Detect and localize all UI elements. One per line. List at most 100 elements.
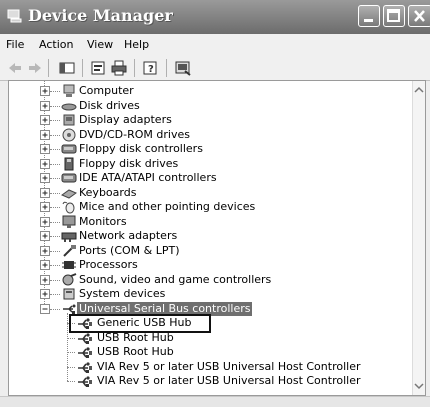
expand-toggle[interactable] bbox=[40, 289, 50, 299]
display-adapter-icon bbox=[63, 114, 75, 126]
vertical-scrollbar[interactable] bbox=[412, 81, 425, 395]
tree-node[interactable]: Disk drives bbox=[9, 99, 414, 113]
device-manager-window: Device Manager File Action View Help ? C… bbox=[0, 0, 430, 407]
network-adapter-icon bbox=[61, 232, 77, 242]
tree-node[interactable]: System devices bbox=[9, 287, 414, 301]
usb-hub-icon bbox=[78, 361, 92, 373]
expand-toggle[interactable] bbox=[40, 158, 50, 169]
expand-toggle[interactable] bbox=[40, 187, 50, 198]
plus-icon bbox=[42, 175, 48, 181]
tree-node[interactable]: Network adapters bbox=[9, 229, 414, 243]
tree-child-node[interactable]: USB Root Hub bbox=[9, 331, 414, 345]
tree-child-node[interactable]: VIA Rev 5 or later USB Universal Host Co… bbox=[9, 360, 414, 374]
properties-icon[interactable] bbox=[90, 59, 108, 77]
expand-toggle[interactable] bbox=[40, 202, 50, 212]
expand-toggle[interactable] bbox=[40, 144, 50, 154]
tree-node-label: Computer bbox=[79, 84, 134, 97]
tree-connector bbox=[50, 207, 60, 208]
tree-node[interactable]: Floppy disk controllers bbox=[9, 142, 414, 156]
tree-node[interactable]: Ports (COM & LPT) bbox=[9, 244, 414, 258]
tree-connector bbox=[67, 337, 75, 339]
minimize-button[interactable] bbox=[358, 5, 380, 27]
tree-connector bbox=[50, 294, 60, 295]
tree-node-label: IDE ATA/ATAPI controllers bbox=[79, 171, 217, 184]
tree-connector bbox=[50, 149, 60, 150]
tree-connector bbox=[50, 221, 60, 223]
tree-node[interactable]: Processors bbox=[9, 258, 414, 272]
device-tree[interactable]: Computer Disk drives Display adapters DVD/C… bbox=[8, 80, 426, 396]
plus-icon bbox=[42, 132, 48, 137]
tree-connector bbox=[50, 105, 60, 107]
expand-toggle[interactable] bbox=[40, 115, 50, 125]
scroll-down-icon[interactable] bbox=[413, 379, 425, 393]
print-icon[interactable] bbox=[110, 59, 128, 77]
plus-icon bbox=[42, 146, 48, 152]
expand-toggle[interactable] bbox=[40, 231, 50, 241]
tree-node-label: Sound, video and game controllers bbox=[79, 272, 272, 286]
tree-node[interactable]: Monitors bbox=[9, 215, 414, 229]
keyboard-icon bbox=[61, 188, 77, 199]
tree-node[interactable]: Mice and other pointing devices bbox=[9, 200, 414, 214]
plus-icon bbox=[42, 248, 48, 253]
ide-controller-icon bbox=[61, 173, 77, 183]
title-bar[interactable]: Device Manager bbox=[0, 0, 430, 34]
computer-icon bbox=[63, 84, 75, 97]
expand-toggle[interactable] bbox=[40, 245, 50, 256]
tree-connector bbox=[50, 279, 60, 281]
tree-child-node[interactable]: USB Root Hub bbox=[9, 345, 414, 359]
tree-connector bbox=[50, 308, 60, 310]
tree-node-label: Monitors bbox=[79, 214, 127, 228]
tree-node[interactable]: DVD/CD-ROM drives bbox=[9, 128, 414, 142]
plus-icon bbox=[42, 88, 48, 94]
menu-help[interactable]: Help bbox=[124, 38, 149, 51]
disk-drive-icon bbox=[61, 103, 77, 110]
plus-icon bbox=[42, 262, 48, 268]
usb-hub-icon bbox=[78, 332, 92, 344]
maximize-button[interactable] bbox=[383, 5, 405, 27]
menu-view[interactable]: View bbox=[87, 38, 113, 51]
tree-node-label: Network adapters bbox=[79, 229, 178, 242]
menu-file[interactable]: File bbox=[6, 38, 24, 51]
tree-connector bbox=[50, 91, 60, 92]
tree-node[interactable]: IDE ATA/ATAPI controllers bbox=[9, 171, 414, 185]
tree-node[interactable]: Floppy disk drives bbox=[9, 157, 414, 171]
tree-child-node[interactable]: VIA Rev 5 or later USB Universal Host Co… bbox=[9, 374, 414, 388]
help-icon[interactable]: ? bbox=[142, 59, 160, 77]
tree-connector bbox=[50, 265, 60, 266]
tree-node[interactable]: Keyboards bbox=[9, 186, 414, 200]
forward-icon[interactable] bbox=[26, 59, 44, 77]
collapse-toggle[interactable] bbox=[40, 303, 50, 314]
close-button[interactable] bbox=[408, 5, 430, 27]
menu-action[interactable]: Action bbox=[39, 38, 73, 51]
usb-hub-icon bbox=[78, 347, 92, 358]
tree-node-label: Floppy disk controllers bbox=[79, 142, 203, 155]
expand-toggle[interactable] bbox=[40, 173, 50, 183]
tree-connector bbox=[50, 250, 60, 252]
port-icon bbox=[63, 244, 76, 257]
tree-connector bbox=[67, 381, 75, 382]
back-icon[interactable] bbox=[6, 59, 24, 77]
tree-node-label: Mice and other pointing devices bbox=[79, 200, 256, 213]
expand-toggle[interactable] bbox=[40, 129, 50, 140]
tree-connector bbox=[50, 120, 60, 121]
plus-icon bbox=[42, 277, 48, 282]
show-hide-console-tree-icon[interactable] bbox=[58, 59, 76, 77]
toolbar-separator bbox=[166, 59, 167, 77]
expand-toggle[interactable] bbox=[40, 216, 50, 227]
plus-icon bbox=[42, 233, 48, 239]
expand-toggle[interactable] bbox=[40, 100, 50, 111]
scroll-up-icon[interactable] bbox=[413, 83, 425, 97]
expand-toggle[interactable] bbox=[40, 86, 50, 96]
maximize-icon bbox=[387, 9, 400, 22]
tree-node[interactable]: Display adapters bbox=[9, 113, 414, 127]
expand-toggle[interactable] bbox=[40, 260, 50, 270]
tree-node[interactable]: Sound, video and game controllers bbox=[9, 273, 414, 287]
tree-node[interactable]: Computer bbox=[9, 84, 414, 98]
scan-hardware-icon[interactable] bbox=[174, 59, 192, 77]
plus-icon bbox=[42, 161, 48, 166]
floppy-controller-icon bbox=[61, 144, 77, 154]
window-title: Device Manager bbox=[28, 6, 173, 25]
expand-toggle[interactable] bbox=[40, 274, 50, 285]
toolbar: ? bbox=[0, 56, 430, 81]
tree-child-label: USB Root Hub bbox=[97, 330, 174, 344]
